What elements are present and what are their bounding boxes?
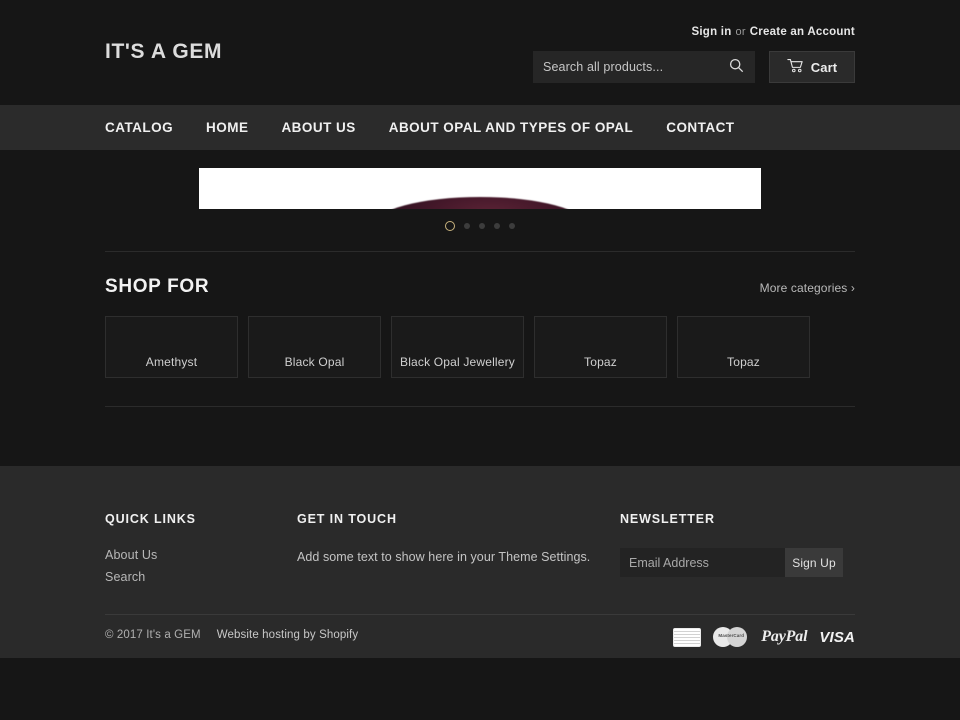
paypal-icon: PayPal [761, 628, 808, 645]
footer-link-search[interactable]: Search [105, 570, 275, 584]
storefront-page: Sign in or Create an Account IT'S A GEM [0, 0, 960, 720]
slideshow-banner[interactable] [199, 168, 761, 209]
footer-link-about-us[interactable]: About Us [105, 548, 275, 562]
search-submit-button[interactable] [727, 58, 745, 76]
search-form[interactable] [533, 51, 755, 83]
category-label: Topaz [727, 355, 760, 369]
payment-methods: MasterCard PayPal VISA [673, 626, 855, 648]
nav-item-about-opal[interactable]: ABOUT OPAL AND TYPES OF OPAL [389, 120, 634, 135]
account-separator: or [735, 26, 746, 38]
nav-item-home[interactable]: HOME [206, 120, 248, 135]
slideshow-section [0, 150, 960, 233]
category-label: Amethyst [145, 355, 198, 369]
page-title: SHOP FOR [105, 276, 210, 297]
slideshow-dot-1[interactable] [445, 221, 455, 231]
search-input[interactable] [543, 60, 727, 74]
mastercard-icon: MasterCard [713, 626, 749, 648]
gem-image [374, 197, 586, 209]
cart-button[interactable]: Cart [769, 51, 855, 83]
category-label: Black Opal Jewellery [400, 355, 515, 369]
main-navigation: CATALOG HOME ABOUT US ABOUT OPAL AND TYP… [0, 105, 960, 150]
site-logo[interactable]: IT'S A GEM [105, 40, 222, 64]
hosting-credit: Website hosting by Shopify [217, 629, 359, 641]
category-card-black-opal[interactable]: Black Opal [248, 316, 381, 378]
footer-container: QUICK LINKS About Us Search GET IN TOUCH… [105, 466, 855, 658]
site-header: Sign in or Create an Account IT'S A GEM [0, 0, 960, 105]
visa-icon: VISA [819, 628, 855, 646]
email-field[interactable] [620, 548, 785, 577]
footer-get-in-touch-text: Add some text to show here in your Theme… [297, 550, 591, 564]
slideshow-pagination [0, 219, 960, 233]
footer-quick-links-title: QUICK LINKS [105, 512, 196, 526]
newsletter-form[interactable]: Sign Up [620, 548, 856, 577]
footer-get-in-touch: GET IN TOUCH Add some text to show here … [297, 512, 597, 567]
slideshow-dot-2[interactable] [464, 223, 470, 229]
sign-in-link[interactable]: Sign in [691, 26, 731, 38]
sign-up-button[interactable]: Sign Up [785, 548, 843, 577]
slideshow-dot-4[interactable] [494, 223, 500, 229]
footer-divider [105, 614, 855, 615]
category-label: Black Opal [284, 355, 345, 369]
mastercard-label: MasterCard [718, 633, 745, 638]
category-card-topaz-2[interactable]: Topaz [677, 316, 810, 378]
shop-for-section: SHOP FOR More categories › Amethyst Blac… [105, 252, 855, 378]
slideshow-dot-5[interactable] [509, 223, 515, 229]
account-bar: Sign in or Create an Account [691, 24, 855, 38]
footer-get-in-touch-title: GET IN TOUCH [297, 512, 397, 526]
copyright-text: © 2017 It's a GEM [105, 629, 201, 641]
category-card-amethyst[interactable]: Amethyst [105, 316, 238, 378]
slideshow-dot-3[interactable] [479, 223, 485, 229]
footer-newsletter: NEWSLETTER Sign Up [620, 512, 856, 577]
footer-quick-links: QUICK LINKS About Us Search [105, 512, 275, 592]
search-and-cart: Cart [533, 51, 855, 83]
category-card-topaz-1[interactable]: Topaz [534, 316, 667, 378]
nav-item-about-us[interactable]: ABOUT US [281, 120, 355, 135]
more-categories-link[interactable]: More categories › [760, 281, 855, 295]
cart-label: Cart [810, 59, 838, 75]
site-footer: QUICK LINKS About Us Search GET IN TOUCH… [0, 466, 960, 658]
nav-item-catalog[interactable]: CATALOG [105, 120, 173, 135]
footer-newsletter-title: NEWSLETTER [620, 512, 715, 526]
category-grid: Amethyst Black Opal Black Opal Jewellery… [105, 316, 855, 378]
divider-bottom [105, 406, 855, 407]
american-express-icon [673, 627, 702, 647]
shopping-cart-icon [787, 58, 804, 76]
hosting-prefix: Website hosting by [216, 629, 316, 641]
nav-container: CATALOG HOME ABOUT US ABOUT OPAL AND TYP… [105, 105, 855, 150]
create-account-link[interactable]: Create an Account [750, 26, 855, 38]
copyright-bar: © 2017 It's a GEM Website hosting by Shop… [105, 629, 358, 641]
nav-item-contact[interactable]: CONTACT [666, 120, 734, 135]
category-label: Topaz [584, 355, 617, 369]
category-card-black-opal-jewellery[interactable]: Black Opal Jewellery [391, 316, 524, 378]
shopify-link[interactable]: Shopify [319, 629, 358, 641]
bottom-strip [0, 658, 960, 720]
shop-for-header: SHOP FOR More categories › [105, 276, 855, 298]
search-icon [729, 58, 744, 76]
